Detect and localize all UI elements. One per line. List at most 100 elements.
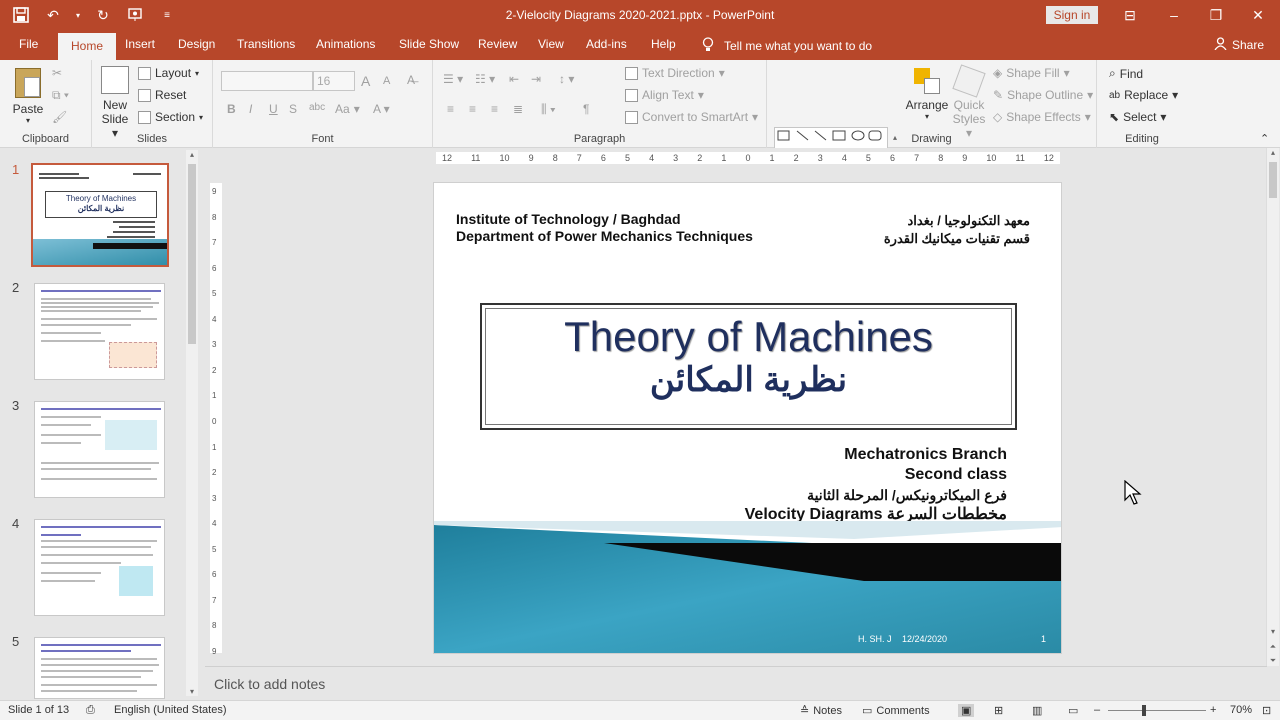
shape-outline-button[interactable]: ✎ Shape Outline ▾ xyxy=(993,88,1093,102)
zoom-level[interactable]: 70% xyxy=(1230,704,1252,716)
align-text-button[interactable]: Align Text ▾ xyxy=(625,88,704,102)
thumbnail-slide-4[interactable] xyxy=(34,519,165,616)
tab-slide-show[interactable]: Slide Show xyxy=(399,37,459,51)
replace-button[interactable]: ab Replace ▾ xyxy=(1109,88,1178,102)
font-color-button[interactable]: A ▾ xyxy=(373,102,390,116)
thumbnails-scrollbar[interactable]: ▴ ▾ xyxy=(186,150,198,696)
strikethrough-button[interactable]: S xyxy=(289,102,297,116)
font-name-combo[interactable] xyxy=(221,71,313,91)
italic-button[interactable]: I xyxy=(249,102,252,116)
char-spacing-button[interactable]: abc xyxy=(309,102,325,113)
layout-button[interactable]: Layout ▾ xyxy=(138,66,199,80)
zoom-out-icon[interactable]: – xyxy=(1094,704,1100,716)
slide-vertical-scrollbar[interactable]: ▴ ▾ ⏶ ⏷ xyxy=(1266,148,1279,666)
thumbnail-slide-5[interactable] xyxy=(34,637,165,699)
scroll-down-icon[interactable]: ▾ xyxy=(1267,627,1279,636)
copy-icon[interactable]: ⧉ ▾ xyxy=(52,88,69,103)
cut-icon[interactable]: ✂ xyxy=(52,66,62,80)
institute-text[interactable]: Institute of Technology / Baghdad Depart… xyxy=(456,211,753,245)
grow-font-icon[interactable]: A xyxy=(361,73,370,89)
tab-home[interactable]: Home xyxy=(58,33,117,60)
section-button[interactable]: Section ▾ xyxy=(138,110,203,124)
clear-format-icon[interactable]: A̶ xyxy=(407,73,415,87)
zoom-in-icon[interactable]: + xyxy=(1210,704,1216,716)
arrange-button[interactable]: Arrange ▾ xyxy=(905,68,949,121)
institute-text-arabic[interactable]: معهد التكنولوجيا / بغداد قسم تقنيات ميكا… xyxy=(884,212,1030,248)
previous-slide-icon[interactable]: ⏶ xyxy=(1267,642,1279,652)
notes-button[interactable]: ≙ Notes xyxy=(800,704,842,718)
slide-decoration-band xyxy=(434,521,1061,653)
align-center-icon[interactable]: ≡ xyxy=(469,102,476,116)
paste-button[interactable]: Paste ▾ xyxy=(10,68,46,125)
align-right-icon[interactable]: ≡ xyxy=(491,102,498,116)
reading-view-icon[interactable]: ▥ xyxy=(1032,704,1042,717)
layout-icon xyxy=(138,66,151,80)
minimize-icon[interactable]: – xyxy=(1162,4,1186,26)
slideshow-icon[interactable]: ▭ xyxy=(1068,704,1078,717)
decrease-indent-icon[interactable]: ⇤ xyxy=(509,72,519,86)
thumbnail-slide-2[interactable] xyxy=(34,283,165,380)
tell-me-search[interactable]: Tell me what you want to do xyxy=(702,37,872,55)
thumbnail-slide-3[interactable] xyxy=(34,401,165,498)
text-direction-label: Text Direction xyxy=(642,66,715,80)
smartart-button[interactable]: Convert to SmartArt ▾ xyxy=(625,110,758,124)
share-button[interactable]: Share xyxy=(1214,37,1264,53)
tab-file[interactable]: File xyxy=(19,37,38,51)
rtl-icon[interactable]: ¶ xyxy=(583,102,589,116)
current-slide[interactable]: Institute of Technology / Baghdad Depart… xyxy=(433,182,1062,654)
language-indicator[interactable]: English (United States) xyxy=(114,704,227,716)
branch-text[interactable]: Mechatronics Branch Second class فرع الم… xyxy=(745,445,1007,525)
tab-animations[interactable]: Animations xyxy=(316,37,375,51)
scroll-up-icon[interactable]: ▴ xyxy=(1267,148,1279,157)
increase-indent-icon[interactable]: ⇥ xyxy=(531,72,541,86)
comments-button[interactable]: ▭ Comments xyxy=(862,704,930,718)
zoom-slider[interactable] xyxy=(1108,710,1206,711)
clipboard-group-label: Clipboard xyxy=(21,133,70,145)
ribbon-display-options-icon[interactable]: ⊟ xyxy=(1118,4,1142,26)
shrink-font-icon[interactable]: A xyxy=(383,75,390,87)
tab-view[interactable]: View xyxy=(538,37,564,51)
columns-icon[interactable]: ⫼ ▾ xyxy=(541,102,556,117)
align-left-icon[interactable]: ≡ xyxy=(447,102,454,116)
select-button[interactable]: ⬉ Select ▾ xyxy=(1109,110,1166,124)
shape-effects-button[interactable]: ◇ Shape Effects ▾ xyxy=(993,110,1091,124)
title-box[interactable]: Theory of Machines نظرية المكائن xyxy=(480,303,1017,430)
quick-styles-button[interactable]: Quick Styles ▾ xyxy=(951,64,987,140)
scroll-thumb[interactable] xyxy=(1269,162,1277,198)
tab-help[interactable]: Help xyxy=(651,37,676,51)
slide-counter[interactable]: Slide 1 of 13 xyxy=(8,704,69,716)
maximize-icon[interactable]: ❐ xyxy=(1204,4,1228,26)
bullets-icon[interactable]: ☰ ▾ xyxy=(443,72,463,86)
tab-add-ins[interactable]: Add-ins xyxy=(586,37,627,51)
new-slide-button[interactable]: New Slide ▾ xyxy=(98,66,132,140)
notes-pane[interactable]: Click to add notes xyxy=(205,666,1267,700)
sign-in-button[interactable]: Sign in xyxy=(1046,6,1098,24)
format-painter-icon[interactable]: 🖌 xyxy=(52,110,67,124)
tab-insert[interactable]: Insert xyxy=(125,37,155,51)
next-slide-icon[interactable]: ⏷ xyxy=(1267,656,1279,666)
spellcheck-icon[interactable]: ⎙ xyxy=(86,704,95,717)
collapse-ribbon-icon[interactable]: ⌃ xyxy=(1260,132,1269,145)
ruler-tick-label: 12 xyxy=(1043,153,1054,163)
find-button[interactable]: ⌕ Find xyxy=(1109,66,1143,81)
text-direction-button[interactable]: Text Direction ▾ xyxy=(625,66,725,80)
numbering-icon[interactable]: ☷ ▾ xyxy=(475,72,495,86)
bold-button[interactable]: B xyxy=(227,102,236,116)
fit-to-window-icon[interactable]: ⊡ xyxy=(1262,704,1271,717)
font-size-combo[interactable]: 16 xyxy=(313,71,355,91)
slide-sorter-icon[interactable]: ⊞ xyxy=(994,704,1003,717)
tab-transitions[interactable]: Transitions xyxy=(237,37,295,51)
close-icon[interactable]: ✕ xyxy=(1246,4,1270,26)
tab-review[interactable]: Review xyxy=(478,37,517,51)
justify-icon[interactable]: ≣ xyxy=(513,102,523,116)
line-spacing-icon[interactable]: ↕ ▾ xyxy=(559,72,574,86)
normal-view-icon[interactable]: ▣ xyxy=(958,704,975,717)
tab-design[interactable]: Design xyxy=(178,37,215,51)
zoom-slider-thumb[interactable] xyxy=(1142,705,1146,716)
underline-button[interactable]: U xyxy=(269,102,278,116)
thumbnail-slide-1[interactable]: Theory of Machines نظرية المكائن xyxy=(31,163,169,267)
change-case-button[interactable]: Aa ▾ xyxy=(335,102,360,116)
shape-fill-button[interactable]: ◈ Shape Fill ▾ xyxy=(993,66,1070,80)
select-arrow-icon: ⬉ xyxy=(1109,110,1120,124)
reset-button[interactable]: Reset xyxy=(138,88,186,102)
